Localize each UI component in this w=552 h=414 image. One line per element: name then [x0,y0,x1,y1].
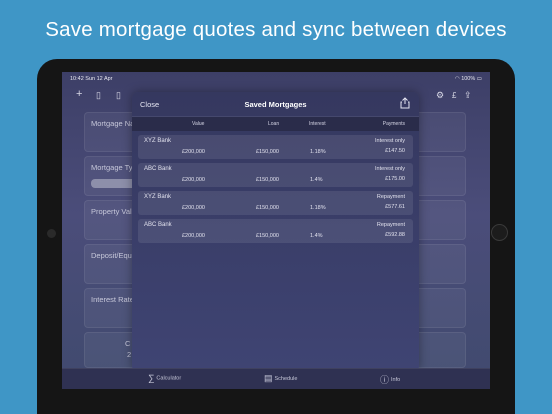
value-cell: £200,000 [182,233,205,239]
battery-icon: ▭ [476,76,482,82]
add-icon[interactable]: + [76,88,82,100]
tab-label: Info [391,376,401,383]
column-value: Value [192,121,205,127]
battery-level: 100% [461,76,476,82]
loan-cell: £150,000 [256,177,279,183]
bg-result-value: 2 [127,350,132,359]
payment-type: Repayment [376,194,405,200]
bg-field-label: Mortgage Na [91,119,135,128]
mortgage-row[interactable]: ABC Bank £200,000 £150,000 1.4% Repaymen… [138,219,413,243]
value-cell: £200,000 [182,149,205,155]
bank-name: ABC Bank [144,222,172,228]
bank-name: XYZ Bank [144,194,172,200]
mortgage-row[interactable]: ABC Bank £200,000 £150,000 1.4% Interest… [138,163,413,187]
info-icon: ⓘ [380,375,390,385]
close-button[interactable]: Close [140,100,159,109]
payment-type: Interest only [375,138,405,144]
tab-info[interactable]: ⓘ Info [380,373,400,386]
bank-name: XYZ Bank [144,138,172,144]
payment-amount: £175.00 [385,176,405,182]
column-payments: Payments [382,121,405,127]
tab-label: Calculator [156,375,182,382]
loan-cell: £150,000 [256,205,279,211]
column-interest: Interest [309,121,326,127]
status-right: ◠ 100% ▭ [455,76,482,82]
modal-title: Saved Mortgages [244,100,307,109]
column-loan: Loan [268,121,280,127]
payment-amount: £592.88 [385,232,405,238]
bank-name: ABC Bank [144,166,172,172]
loan-cell: £150,000 [256,233,279,239]
bg-field-label: Interest Rate [91,295,134,304]
interest-cell: 1.4% [310,177,323,183]
bg-result-label: C [125,339,131,348]
payment-type: Repayment [376,222,405,228]
settings-icon[interactable]: ⚙ [436,90,444,101]
wifi-icon: ◠ [454,76,460,82]
table-icon: ▤ [264,373,273,383]
bg-field-label: Property Valu [91,207,136,216]
mortgage-row[interactable]: XYZ Bank £200,000 £150,000 1.18% Repayme… [138,191,413,215]
interest-cell: 1.4% [310,233,323,239]
status-bar: 10:42 Sun 12 Apr ◠ 100% ▭ [62,72,490,86]
interest-cell: 1.18% [310,149,326,155]
bg-field-label: Mortgage Ty [91,163,133,172]
tab-calculator[interactable]: ∑ Calculator [148,373,181,383]
bg-field-label: Deposit/Equ [91,251,132,260]
payment-type: Interest only [375,166,405,172]
saved-mortgages-modal: Close Saved Mortgages Value Loan Interes… [132,92,419,372]
mortgage-row[interactable]: XYZ Bank £200,000 £150,000 1.18% Interes… [138,135,413,159]
headline: Save mortgage quotes and sync between de… [45,18,507,41]
value-cell: £200,000 [182,205,205,211]
home-button [491,224,508,241]
interest-cell: 1.18% [310,205,326,211]
loan-cell: £150,000 [256,149,279,155]
payment-amount: £577.61 [385,204,405,210]
document-icon[interactable]: ▯ [96,90,101,101]
document-alt-icon[interactable]: ▯ [116,90,121,101]
share-icon[interactable] [399,97,411,109]
currency-button[interactable]: £ [452,91,456,100]
payment-amount: £147.50 [385,148,405,154]
tab-bar: ∑ Calculator ▤ Schedule ⓘ Info [62,368,490,389]
status-time: 10:42 Sun 12 Apr [70,76,113,82]
tab-schedule[interactable]: ▤ Schedule [264,373,297,384]
screen: 10:42 Sun 12 Apr ◠ 100% ▭ + ▯ ▯ ⚙ £ ⇪ Mo… [62,72,490,389]
sum-icon: ∑ [148,373,155,383]
column-header: Value Loan Interest Payments [132,117,419,131]
camera [47,229,56,238]
modal-header: Close Saved Mortgages [132,92,419,117]
value-cell: £200,000 [182,177,205,183]
share-icon[interactable]: ⇪ [464,90,472,101]
tab-label: Schedule [274,375,298,382]
